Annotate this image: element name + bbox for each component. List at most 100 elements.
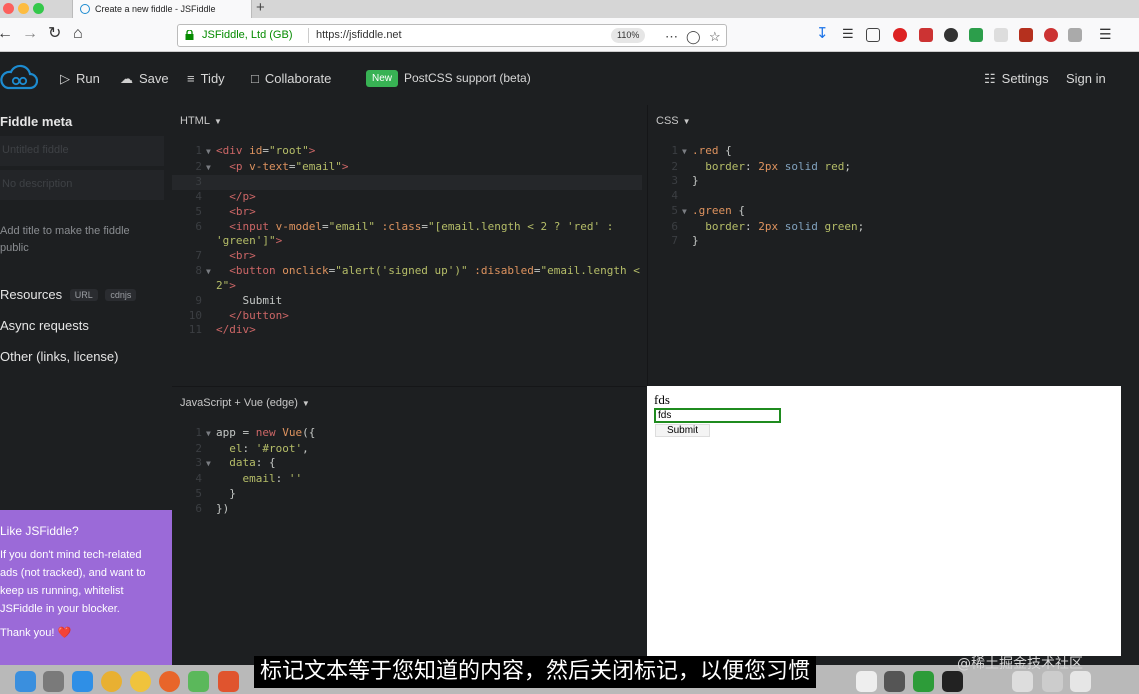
extension-dark-icon[interactable] (944, 28, 958, 42)
forward-icon[interactable]: → (22, 24, 38, 44)
terminal-icon[interactable] (942, 671, 963, 692)
signin-button[interactable]: Sign in (1066, 70, 1106, 87)
money-app-icon[interactable] (913, 671, 934, 692)
launchpad-icon[interactable] (43, 671, 64, 692)
app-green-icon[interactable] (188, 671, 209, 692)
library-icon[interactable]: ☰ (842, 24, 854, 44)
home-icon[interactable]: ⌂ (73, 24, 83, 44)
email-input[interactable]: fds (654, 408, 781, 423)
sidebar-item-async[interactable]: Async requests (0, 318, 89, 333)
adblock-icon[interactable] (893, 28, 907, 42)
sidebar-title: Fiddle meta (0, 114, 73, 129)
code-line: 1 ▼ <div id="root"> (195, 144, 316, 157)
sidebar-icon[interactable] (866, 28, 880, 42)
reload-icon[interactable]: ↻ (48, 24, 61, 44)
safari-icon[interactable] (72, 671, 93, 692)
url-bar[interactable]: JSFiddle, Ltd (GB) https://jsfiddle.net … (177, 24, 727, 47)
settings-button[interactable]: ☷ Settings (984, 70, 1049, 87)
firefox-icon[interactable] (159, 671, 180, 692)
submit-button[interactable]: Submit (655, 424, 710, 437)
bookmark-star-icon[interactable]: ☆ (709, 26, 721, 47)
ad-body: If you don't mind tech-related ads (not … (0, 549, 146, 615)
code-line: 4 (671, 189, 678, 203)
finder-icon[interactable] (15, 671, 36, 692)
tex-icon[interactable] (884, 671, 905, 692)
ad-box: Like JSFiddle? If you don't mind tech-re… (0, 510, 172, 670)
site-identity: JSFiddle, Ltd (GB) (202, 29, 293, 41)
preview-icon[interactable] (1012, 671, 1033, 692)
cdnjs-pill[interactable]: cdnjs (105, 289, 137, 301)
description-input[interactable]: No description (0, 170, 164, 200)
collaborate-button[interactable]: □ Collaborate (251, 70, 331, 87)
sidebar-item-other[interactable]: Other (links, license) (0, 349, 118, 364)
code-line: 2 border: 2px solid red; (671, 159, 851, 173)
js-editor[interactable]: 1 ▼ app = new Vue({2 el: '#root', 3 ▼ data: … (172, 426, 642, 516)
html-editor[interactable]: 1 ▼ <div id="root"> 2 ▼ <p v-text="email"> 3 … (172, 144, 642, 338)
announcement-link[interactable]: PostCSS support (beta) (404, 71, 531, 85)
minimize-window-dot[interactable] (18, 3, 29, 14)
code-line: 'green']"> (216, 234, 283, 248)
folder-icon[interactable] (1042, 671, 1063, 692)
js-panel-title[interactable]: JavaScript + Vue (edge) ▼ (180, 397, 310, 409)
trash-icon[interactable] (1070, 671, 1091, 692)
tidy-button[interactable]: ≡ Tidy (187, 70, 225, 87)
css-editor[interactable]: 1 ▼ .red {2 border: 2px solid red; 3} 4 5 ▼ .g… (648, 144, 1118, 249)
brave-icon[interactable] (218, 671, 239, 692)
video-subtitle: 标记文本等于您知道的内容，然后关闭标记，以便您习惯 (254, 656, 817, 688)
back-icon[interactable]: ← (0, 24, 13, 44)
jsfiddle-logo-icon[interactable] (0, 64, 38, 92)
code-line: 4 </p> (195, 190, 256, 204)
close-window-dot[interactable] (3, 3, 14, 14)
new-tab-button[interactable]: + (256, 0, 265, 16)
pocket-icon[interactable]: ◯ (686, 26, 701, 47)
chrome-canary-icon[interactable] (130, 671, 151, 692)
css-panel-title[interactable]: CSS ▼ (656, 115, 691, 127)
menu-icon[interactable]: ☰ (1099, 24, 1112, 44)
code-line: 4 email: '' (195, 472, 303, 486)
code-line: 3 ▼ data: { (195, 456, 276, 470)
settings-label: Settings (1001, 71, 1049, 86)
browser-tab[interactable]: Create a new fiddle - JSFiddle (72, 0, 252, 18)
page-actions-icon[interactable]: ⋯ (665, 26, 678, 47)
jsfiddle-favicon-icon (80, 4, 90, 14)
calendar-icon[interactable] (856, 671, 877, 692)
code-line: 6 <input v-model="email" :class="[email.… (195, 219, 614, 233)
watermark: @稀土掘金技术社区 (957, 656, 1083, 672)
zoom-window-dot[interactable] (33, 3, 44, 14)
url-divider (308, 28, 309, 43)
run-label: Run (76, 71, 100, 86)
caret-down-icon: ▼ (301, 399, 310, 408)
url-text[interactable]: https://jsfiddle.net (316, 25, 402, 46)
title-input[interactable]: Untitled fiddle (0, 136, 164, 166)
js-panel-label: JavaScript + Vue (edge) (180, 397, 298, 409)
code-line: 1 ▼ app = new Vue({ (195, 426, 316, 439)
extension-grey-icon[interactable] (994, 28, 1008, 42)
chrome-icon[interactable] (101, 671, 122, 692)
extension-badge-icon[interactable] (1044, 28, 1058, 42)
html-panel-title[interactable]: HTML ▼ (180, 115, 222, 127)
extension-brown-icon[interactable] (1019, 28, 1033, 42)
download-icon[interactable]: ↧ (816, 24, 829, 44)
browser-nav-bar: ← → ↻ ⌂ JSFiddle, Ltd (GB) https://jsfid… (0, 18, 1139, 52)
ad-heading: Like JSFiddle? (0, 524, 79, 538)
extension-red-icon[interactable] (919, 28, 933, 42)
shield-icon[interactable] (969, 28, 983, 42)
vue-devtools-icon[interactable] (1068, 28, 1082, 42)
zoom-indicator[interactable]: 110% (611, 28, 646, 43)
code-line: 5 <br> (195, 204, 256, 218)
lock-icon (185, 30, 194, 40)
sliders-icon: ☷ (984, 71, 996, 86)
save-button[interactable]: ☁ Save (120, 70, 169, 87)
html-panel-label: HTML (180, 115, 210, 127)
new-badge: New (366, 70, 399, 87)
sidebar-item-resources[interactable]: Resources URL cdnjs (0, 287, 137, 302)
caret-down-icon: ▼ (213, 117, 222, 126)
code-line: 6}) (195, 501, 230, 515)
code-line: 3} (671, 174, 699, 188)
run-button[interactable]: ▷ Run (60, 70, 100, 87)
code-line: 2 ▼ <p v-text="email"> (195, 159, 349, 173)
result-text: fds (654, 392, 670, 407)
url-pill[interactable]: URL (69, 289, 98, 301)
save-label: Save (139, 71, 169, 86)
tidy-icon: ≡ (187, 71, 195, 86)
